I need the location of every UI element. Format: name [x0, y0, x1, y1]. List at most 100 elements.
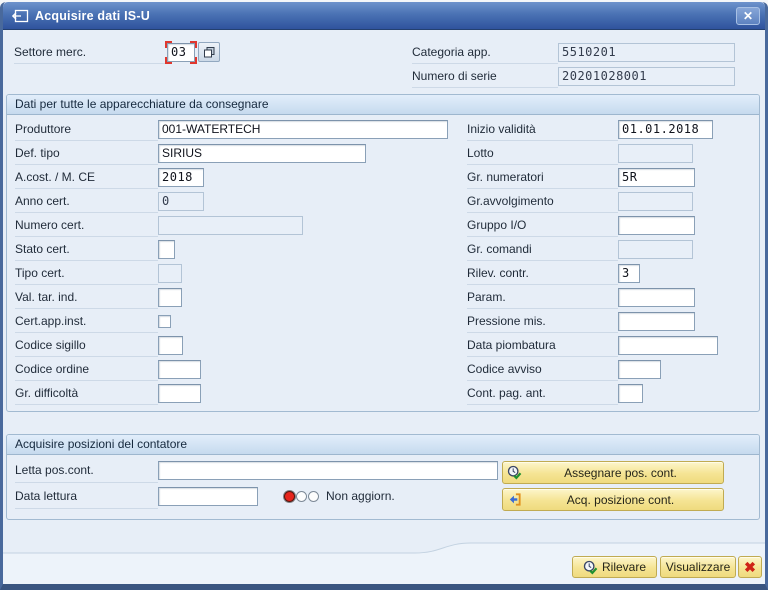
def-tipo-row: Def. tipo	[15, 141, 459, 165]
codice-sigillo-label: Codice sigillo	[15, 333, 158, 357]
traffic-light-icon	[284, 490, 319, 502]
acost-mce-row: A.cost. / M. CE	[15, 165, 459, 189]
acq-posizione-cont-button[interactable]: Acq. posizione cont.	[502, 488, 724, 511]
close-icon[interactable]: ✕	[736, 7, 760, 25]
titlebar[interactable]: Acquisire dati IS-U ✕	[3, 2, 765, 30]
settore-merc-row: Settore merc.	[14, 40, 264, 64]
gruppo-io-label: Gruppo I/O	[467, 213, 618, 237]
codice-ordine-label: Codice ordine	[15, 357, 158, 381]
inizio-validita-row: Inizio validità	[467, 117, 755, 141]
stato-cert-input[interactable]	[158, 239, 175, 259]
data-lettura-label: Data lettura	[15, 483, 158, 509]
cert-app-inst-row: Cert.app.inst.	[15, 309, 459, 333]
codice-ordine-row: Codice ordine	[15, 357, 459, 381]
anno-cert-row: Anno cert.	[15, 189, 459, 213]
codice-ordine-input[interactable]	[158, 359, 201, 379]
tipo-cert-row: Tipo cert.	[15, 261, 459, 285]
gr-numeratori-row: Gr. numeratori	[467, 165, 755, 189]
cont-pag-ant-input[interactable]	[618, 383, 643, 403]
cert-app-inst-checkbox[interactable]	[158, 314, 171, 328]
stato-cert-row: Stato cert.	[15, 237, 459, 261]
red-x-icon: ✖	[744, 559, 756, 575]
lotto-field	[618, 143, 693, 163]
lotto-row: Lotto	[467, 141, 755, 165]
gr-difficolta-input[interactable]	[158, 383, 201, 403]
acost-mce-input[interactable]	[158, 167, 204, 187]
param-label: Param.	[467, 285, 618, 309]
gruppo-io-input[interactable]	[618, 215, 695, 235]
categoria-app-label: Categoria app.	[412, 40, 558, 64]
settore-merc-label: Settore merc.	[14, 40, 165, 64]
numero-cert-label: Numero cert.	[15, 213, 158, 237]
tipo-cert-label: Tipo cert.	[15, 261, 158, 285]
val-tar-ind-label: Val. tar. ind.	[15, 285, 158, 309]
produttore-input[interactable]	[158, 119, 448, 139]
inizio-validita-label: Inizio validità	[467, 117, 618, 141]
tipo-cert-field	[158, 263, 182, 283]
groupbox-dati-apparecchiature: Dati per tutte le apparecchiature da con…	[6, 94, 760, 412]
val-tar-ind-row: Val. tar. ind.	[15, 285, 459, 309]
categoria-app-field	[558, 42, 735, 62]
codice-sigillo-row: Codice sigillo	[15, 333, 459, 357]
transfer-icon	[509, 493, 521, 506]
anno-cert-label: Anno cert.	[15, 189, 158, 213]
gr-avvolgimento-row: Gr.avvolgimento	[467, 189, 755, 213]
param-row: Param.	[467, 285, 755, 309]
gr-difficolta-row: Gr. difficoltà	[15, 381, 459, 405]
data-piombatura-row: Data piombatura	[467, 333, 755, 357]
acq-posizione-cont-label: Acq. posizione cont.	[566, 492, 675, 507]
gr-avvolgimento-field	[618, 191, 693, 211]
letta-pos-input[interactable]	[158, 460, 498, 480]
assegnare-pos-cont-button[interactable]: Assegnare pos. cont.	[502, 461, 724, 484]
group1-title: Dati per tutte le apparecchiature da con…	[7, 95, 759, 115]
numero-serie-label: Numero di serie	[412, 64, 558, 88]
groupbox-posizioni-contatore: Acquisire posizioni del contatore Letta …	[6, 434, 760, 520]
codice-sigillo-input[interactable]	[158, 335, 183, 355]
visualizzare-label: Visualizzare	[665, 560, 731, 574]
numero-serie-row: Numero di serie	[412, 64, 747, 88]
copy-icon	[203, 46, 214, 57]
codice-avviso-label: Codice avviso	[467, 357, 618, 381]
letta-pos-row: Letta pos.cont.	[15, 457, 498, 483]
acost-mce-label: A.cost. / M. CE	[15, 165, 158, 189]
val-tar-ind-input[interactable]	[158, 287, 182, 307]
gr-comandi-field	[618, 239, 693, 259]
data-piombatura-input[interactable]	[618, 335, 718, 355]
inizio-validita-input[interactable]	[618, 119, 713, 139]
cancel-button[interactable]: ✖	[738, 556, 762, 578]
gr-numeratori-input[interactable]	[618, 167, 695, 187]
gr-numeratori-label: Gr. numeratori	[467, 165, 618, 189]
gr-comandi-row: Gr. comandi	[467, 237, 755, 261]
dialog-title: Acquisire dati IS-U	[35, 8, 150, 23]
letta-pos-label: Letta pos.cont.	[15, 457, 158, 483]
cont-pag-ant-row: Cont. pag. ant.	[467, 381, 755, 405]
status-text: Non aggiorn.	[326, 489, 395, 503]
data-piombatura-label: Data piombatura	[467, 333, 618, 357]
visualizzare-button[interactable]: Visualizzare	[660, 556, 736, 578]
codice-avviso-row: Codice avviso	[467, 357, 755, 381]
dialog-icon	[11, 9, 29, 22]
param-input[interactable]	[618, 287, 695, 307]
gr-comandi-label: Gr. comandi	[467, 237, 618, 261]
numero-cert-field	[158, 215, 303, 235]
lotto-label: Lotto	[467, 141, 618, 165]
focus-frame	[165, 40, 197, 64]
def-tipo-label: Def. tipo	[15, 141, 158, 165]
pressione-mis-input[interactable]	[618, 311, 695, 331]
clock-check-icon	[583, 560, 598, 575]
rilev-contr-input[interactable]	[618, 263, 640, 283]
cont-pag-ant-label: Cont. pag. ant.	[467, 381, 618, 405]
data-lettura-input[interactable]	[158, 486, 258, 506]
dialog-acquisire-dati-isu: Acquisire dati IS-U ✕ Settore merc. 03 C…	[0, 2, 768, 590]
numero-cert-row: Numero cert.	[15, 213, 459, 237]
def-tipo-input[interactable]	[158, 143, 366, 163]
rilevare-label: Rilevare	[601, 560, 646, 574]
categoria-app-row: Categoria app.	[412, 40, 747, 64]
rilevare-button[interactable]: Rilevare	[572, 556, 657, 578]
gr-avvolgimento-label: Gr.avvolgimento	[467, 189, 618, 213]
numero-serie-field	[558, 66, 735, 86]
codice-avviso-input[interactable]	[618, 359, 661, 379]
matchcode-button[interactable]	[198, 42, 220, 62]
gruppo-io-row: Gruppo I/O	[467, 213, 755, 237]
assegnare-pos-cont-label: Assegnare pos. cont.	[564, 465, 677, 480]
